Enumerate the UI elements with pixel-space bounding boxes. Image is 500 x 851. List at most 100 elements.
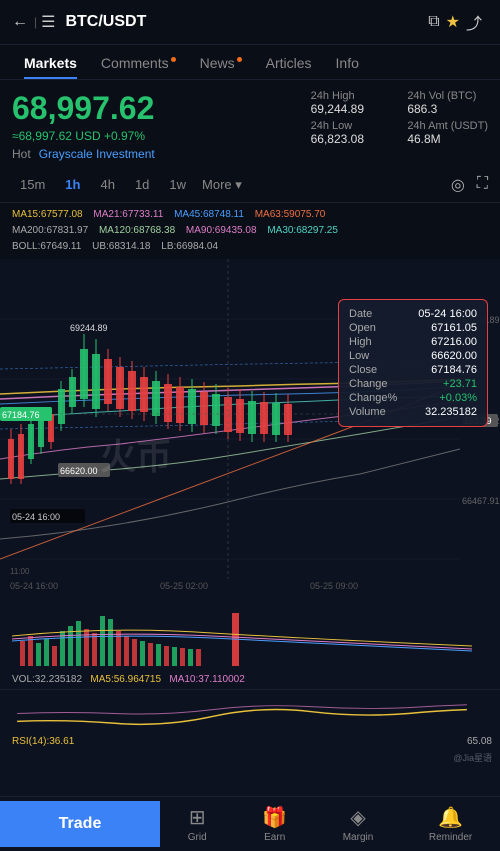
ma30: MA30:68297.25: [267, 225, 338, 236]
tooltip-high-value: 67216.00: [431, 336, 477, 348]
trade-button[interactable]: Trade: [0, 801, 160, 847]
nav-earn[interactable]: 🎁 Earn: [258, 797, 291, 851]
chart-controls: ◎ ⛶: [451, 175, 488, 195]
rsi-label: RSI(14):36.61: [12, 736, 488, 747]
svg-text:05-24 16:00: 05-24 16:00: [12, 512, 60, 522]
time-15m[interactable]: 15m: [12, 173, 53, 196]
time-1h[interactable]: 1h: [57, 173, 88, 196]
ub: UB:68314.18: [92, 241, 150, 252]
hot-badge: Hot: [12, 147, 31, 161]
svg-text:66620.00: 66620.00: [60, 466, 98, 476]
nav-margin[interactable]: ◈ Margin: [339, 797, 378, 851]
divider: |: [34, 15, 37, 29]
tab-comments[interactable]: Comments: [89, 45, 188, 79]
copy-icon[interactable]: ⧉: [428, 13, 439, 31]
margin-icon: ◈: [350, 805, 365, 830]
grid-label: Grid: [188, 832, 207, 843]
tooltip-changepct-value: +0.03%: [439, 392, 477, 404]
tooltip-volume-value: 32.235182: [425, 406, 477, 418]
ma200: MA200:67831.97: [12, 225, 88, 236]
price-usd: ≈68,997.62 USD +0.97%: [12, 129, 311, 143]
tooltip-volume-label: Volume: [349, 406, 386, 418]
tab-news[interactable]: News: [188, 45, 254, 79]
nav-items: ⊞ Grid 🎁 Earn ◈ Margin 🔔 Reminder: [160, 797, 500, 851]
lb: LB:66984.04: [161, 241, 218, 252]
tooltip-open-value: 67161.05: [431, 322, 477, 334]
time-4h[interactable]: 4h: [92, 173, 122, 196]
tooltip-date-row: Date 05-24 16:00: [349, 308, 477, 320]
nav-tabs: Markets Comments News Articles Info: [0, 45, 500, 80]
time-1w[interactable]: 1w: [161, 173, 194, 196]
svg-text:11:00: 11:00: [10, 567, 30, 576]
pair-title: BTC/USDT: [65, 13, 146, 31]
low-label: 24h Low: [311, 120, 392, 132]
star-icon[interactable]: ★: [446, 12, 460, 32]
tooltip-changepct-row: Change% +0.03%: [349, 392, 477, 404]
ma15: MA15:67577.08: [12, 209, 83, 220]
tooltip-close-row: Close 67184.76: [349, 364, 477, 376]
earn-label: Earn: [264, 832, 285, 843]
tooltip-open-label: Open: [349, 322, 376, 334]
low-value: 66,823.08: [311, 132, 392, 146]
svg-text:67184.76: 67184.76: [2, 410, 40, 420]
time-1d[interactable]: 1d: [127, 173, 157, 196]
time-more[interactable]: More ▾: [202, 177, 242, 193]
ma63: MA63:59075.70: [255, 209, 326, 220]
volume-section: VOL:32.235182 MA5:56.964715 MA10:37.1100…: [0, 609, 500, 689]
nav-grid[interactable]: ⊞ Grid: [184, 797, 211, 851]
ma21: MA21:67733.11: [93, 209, 163, 220]
eye-icon[interactable]: ◎: [451, 175, 465, 195]
margin-label: Margin: [343, 832, 374, 843]
vol-ma-line: VOL:32.235182 MA5:56.964715 MA10:37.1100…: [12, 674, 488, 685]
vol-btc-value: 686.3: [407, 102, 488, 116]
svg-text:05-24 16:00: 05-24 16:00: [10, 581, 58, 591]
tooltip-high-label: High: [349, 336, 372, 348]
tooltip-open-row: Open 67161.05: [349, 322, 477, 334]
tooltip-change-label: Change: [349, 378, 388, 390]
tab-info[interactable]: Info: [324, 45, 371, 79]
fullscreen-icon[interactable]: ⛶: [477, 175, 488, 195]
rsi-right-value: 65.08: [467, 736, 492, 747]
bottom-nav: Trade ⊞ Grid 🎁 Earn ◈ Margin 🔔 Reminder: [0, 796, 500, 851]
tooltip-change-value: +23.71: [443, 378, 477, 390]
svg-text:火币: 火币: [100, 436, 172, 477]
social-handle: @Jia星语: [0, 749, 500, 766]
amt-usdt-value: 46.8M: [407, 132, 488, 146]
tab-articles[interactable]: Articles: [254, 45, 324, 79]
high-value: 69,244.89: [311, 102, 392, 116]
price-section: 68,997.62 ≈68,997.62 USD +0.97% Hot Gray…: [0, 80, 500, 167]
time-bar: 15m 1h 4h 1d 1w More ▾ ◎ ⛶: [0, 167, 500, 203]
chart-area[interactable]: 69244.89: [0, 259, 500, 609]
svg-text:05-25 02:00: 05-25 02:00: [160, 581, 208, 591]
ma45: MA45:68748.11: [174, 209, 244, 220]
rsi-section: RSI(14):36.61 65.08: [0, 689, 500, 749]
candle-tooltip: Date 05-24 16:00 Open 67161.05 High 6721…: [338, 299, 488, 427]
reminder-icon: 🔔: [438, 805, 463, 830]
top-bar: ← | ☰ BTC/USDT ⧉ ★ ⤴: [0, 0, 500, 45]
grid-icon: ⊞: [189, 805, 206, 830]
back-icon[interactable]: ←: [12, 13, 28, 31]
tooltip-date-value: 05-24 16:00: [418, 308, 477, 320]
tooltip-volume-row: Volume 32.235182: [349, 406, 477, 418]
reminder-label: Reminder: [429, 832, 472, 843]
tab-markets[interactable]: Markets: [12, 45, 89, 79]
ma120: MA120:68768.38: [99, 225, 175, 236]
svg-text:69244.89: 69244.89: [70, 323, 108, 333]
tooltip-close-value: 67184.76: [431, 364, 477, 376]
external-icon[interactable]: ⤴: [466, 10, 482, 34]
tooltip-high-row: High 67216.00: [349, 336, 477, 348]
ma-line: MA15:67577.08 MA21:67733.11 MA45:68748.1…: [0, 203, 500, 259]
vol-btc-label: 24h Vol (BTC): [407, 90, 488, 102]
ma90: MA90:69435.08: [186, 225, 257, 236]
menu-icon[interactable]: ☰: [41, 12, 55, 32]
amt-usdt-label: 24h Amt (USDT): [407, 120, 488, 132]
tooltip-date-label: Date: [349, 308, 372, 320]
main-price: 68,997.62: [12, 90, 311, 127]
tooltip-changepct-label: Change%: [349, 392, 397, 404]
tooltip-low-value: 66620.00: [431, 350, 477, 362]
boll: BOLL:67649.11: [12, 241, 81, 252]
tooltip-change-row: Change +23.71: [349, 378, 477, 390]
svg-text:66467.91: 66467.91: [462, 496, 500, 506]
grayscale-link[interactable]: Grayscale Investment: [39, 147, 155, 161]
nav-reminder[interactable]: 🔔 Reminder: [425, 797, 476, 851]
